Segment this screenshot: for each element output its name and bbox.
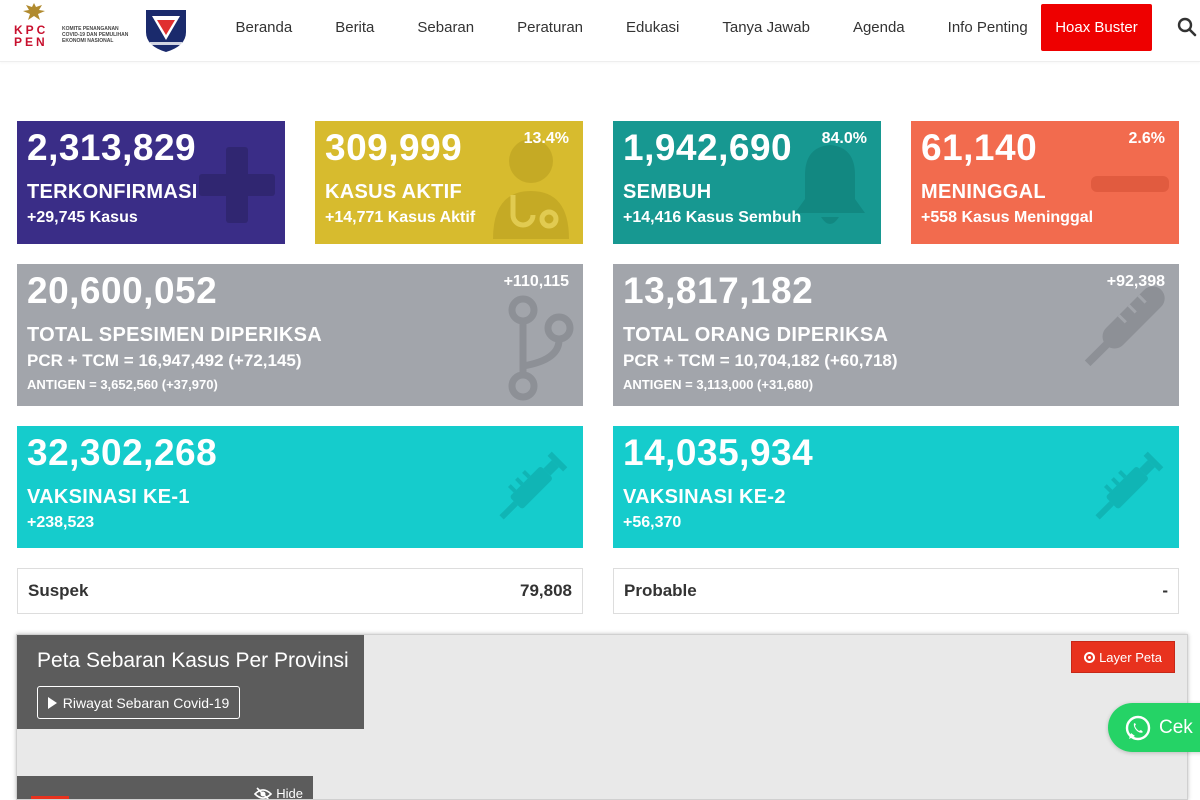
- probable-label: Probable: [624, 581, 697, 600]
- minus-icon: [1091, 176, 1169, 192]
- syringe-icon: [499, 451, 568, 520]
- recovered-label: SEMBUH: [623, 181, 712, 203]
- vaccine2-card: 14,035,934 VAKSINASI KE-2 +56,370: [613, 426, 1179, 548]
- eye-slash-icon: [254, 786, 273, 799]
- nav-info-penting[interactable]: Info Penting: [926, 19, 1049, 36]
- province-map[interactable]: Peta Sebaran Kasus Per Provinsi Riwayat …: [16, 634, 1188, 800]
- map-layer-button[interactable]: Layer Peta: [1071, 641, 1175, 673]
- vaccine2-value: 14,035,934: [623, 432, 814, 473]
- legend-panel: Hide: [17, 776, 313, 800]
- people-label: TOTAL ORANG DIPERIKSA: [623, 324, 889, 346]
- active-delta: +14,771 Kasus Aktif: [325, 209, 476, 226]
- active-label: KASUS AKTIF: [325, 181, 463, 203]
- logo-caption: KOMITE PENANGANAN COVID-19 DAN PEMULIHAN…: [62, 26, 129, 44]
- main-nav: Beranda Berita Sebaran Peraturan Edukasi…: [214, 0, 1049, 54]
- whatsapp-check-button[interactable]: Cek: [1108, 703, 1200, 752]
- site-header: KPC PEN KOMITE PENANGANAN COVID-19 DAN P…: [0, 0, 1200, 62]
- search-icon[interactable]: [1176, 16, 1198, 38]
- legend-swatch: [31, 796, 69, 799]
- nav-beranda[interactable]: Beranda: [214, 19, 314, 36]
- probable-value: -: [1162, 581, 1168, 600]
- hide-legend-label: Hide: [276, 786, 303, 800]
- vaccine1-label: VAKSINASI KE-1: [27, 486, 190, 508]
- nav-peraturan[interactable]: Peraturan: [496, 19, 605, 36]
- whatsapp-icon: [1125, 715, 1151, 740]
- map-title: Peta Sebaran Kasus Per Provinsi: [37, 649, 349, 672]
- active-value: 309,999: [325, 127, 463, 168]
- map-info-panel: Peta Sebaran Kasus Per Provinsi Riwayat …: [17, 635, 364, 729]
- probable-box: Probable -: [613, 568, 1179, 614]
- deaths-delta: +558 Kasus Meninggal: [921, 209, 1094, 226]
- nav-tanya-jawab[interactable]: Tanya Jawab: [701, 19, 832, 36]
- branch-icon: [508, 295, 574, 401]
- confirmed-label: TERKONFIRMASI: [27, 181, 198, 203]
- hoax-buster-button[interactable]: Hoax Buster: [1041, 4, 1152, 51]
- doctor-icon: [493, 139, 569, 239]
- nav-berita[interactable]: Berita: [314, 19, 396, 36]
- confirmed-delta: +29,745 Kasus: [27, 209, 138, 226]
- whatsapp-label: Cek: [1159, 716, 1193, 738]
- plus-icon: [199, 147, 275, 223]
- people-value: 13,817,182: [623, 270, 814, 311]
- nav-edukasi[interactable]: Edukasi: [605, 19, 701, 36]
- confirmed-card: 2,313,829 TERKONFIRMASI +29,745 Kasus: [17, 121, 285, 244]
- deaths-card: 61,140 2.6% MENINGGAL +558 Kasus Meningg…: [911, 121, 1179, 244]
- map-layer-label: Layer Peta: [1099, 649, 1162, 665]
- deaths-value: 61,140: [921, 127, 1038, 168]
- people-card: 13,817,182 +92,398 TOTAL ORANG DIPERIKSA…: [613, 264, 1179, 406]
- suspect-box: Suspek 79,808: [17, 568, 583, 614]
- people-antigen: ANTIGEN = 3,113,000 (+31,680): [623, 377, 814, 392]
- suspect-label: Suspek: [28, 581, 89, 600]
- garuda-emblem-icon: [23, 3, 45, 20]
- confirmed-value: 2,313,829: [27, 127, 197, 168]
- vaccine1-delta: +238,523: [27, 514, 95, 531]
- thermometer-icon: [1084, 286, 1165, 367]
- recovered-delta: +14,416 Kasus Sembuh: [623, 209, 802, 226]
- target-icon: [1084, 651, 1096, 663]
- vaccine2-label: VAKSINASI KE-2: [623, 486, 786, 508]
- nav-agenda[interactable]: Agenda: [831, 19, 926, 36]
- vaccine2-delta: +56,370: [623, 514, 682, 531]
- active-card: 309,999 13.4% KASUS AKTIF +14,771 Kasus …: [315, 121, 583, 244]
- vaccine1-card: 32,302,268 VAKSINASI KE-1 +238,523: [17, 426, 583, 548]
- kpcpen-logo[interactable]: KPC PEN: [14, 2, 54, 54]
- recovered-percent: 84.0%: [821, 130, 867, 147]
- history-button[interactable]: Riwayat Sebaran Covid-19: [37, 686, 240, 719]
- syringe-icon: [1095, 451, 1164, 520]
- history-button-label: Riwayat Sebaran Covid-19: [62, 694, 230, 711]
- nav-sebaran[interactable]: Sebaran: [396, 19, 496, 36]
- deaths-label: MENINGGAL: [921, 181, 1046, 203]
- deaths-percent: 2.6%: [1128, 130, 1165, 147]
- specimens-pcr: PCR + TCM = 16,947,492 (+72,145): [27, 351, 302, 370]
- hide-legend-button[interactable]: Hide: [254, 786, 303, 800]
- vaccine1-value: 32,302,268: [27, 432, 218, 473]
- bell-icon: [795, 145, 865, 224]
- specimens-label: TOTAL SPESIMEN DIPERIKSA: [27, 324, 323, 346]
- play-icon: [47, 696, 57, 709]
- people-pcr: PCR + TCM = 10,704,182 (+60,718): [623, 351, 898, 370]
- specimens-delta-top: +110,115: [503, 273, 569, 290]
- logo-letters: KPC PEN: [14, 23, 49, 49]
- specimens-card: 20,600,052 +110,115 TOTAL SPESIMEN DIPER…: [17, 264, 583, 406]
- recovered-card: 1,942,690 84.0% SEMBUH +14,416 Kasus Sem…: [613, 121, 881, 244]
- active-percent: 13.4%: [523, 130, 569, 147]
- suspect-value: 79,808: [520, 581, 572, 600]
- specimens-antigen: ANTIGEN = 3,652,560 (+37,970): [27, 377, 218, 392]
- people-delta-top: +92,398: [1106, 273, 1165, 290]
- bnpb-logo-icon[interactable]: [140, 2, 192, 54]
- specimens-value: 20,600,052: [27, 270, 218, 311]
- recovered-value: 1,942,690: [623, 127, 793, 168]
